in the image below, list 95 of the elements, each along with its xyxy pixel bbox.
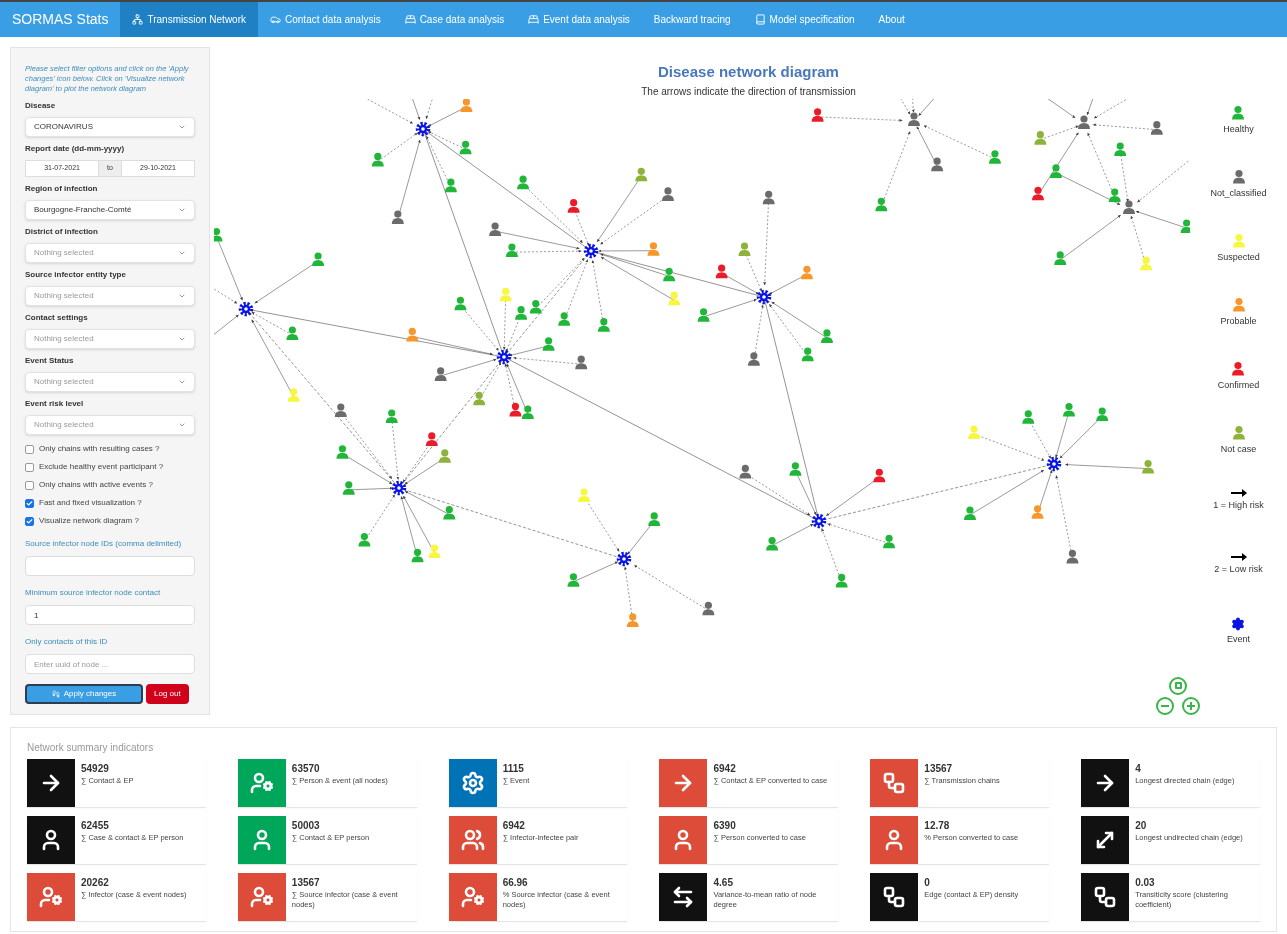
nav-tab[interactable]: Backward tracing — [641, 2, 743, 37]
gear-icon — [460, 770, 485, 795]
filter-label: Contact settings — [25, 312, 89, 324]
indicator-value: 13567 — [924, 761, 954, 776]
checkbox-label: Only chains with resulting cases ? — [39, 443, 160, 455]
filter-label: District of infection — [25, 226, 99, 238]
dropdown-caret-icon — [178, 378, 186, 386]
network-icon — [132, 14, 144, 25]
indicator-value: 6942 — [502, 818, 526, 833]
text-field[interactable]: 1 — [25, 605, 195, 625]
dropdown-caret-icon — [178, 123, 186, 131]
input-label: Only contacts of this ID — [25, 636, 109, 648]
legend-label: Not_classified — [1210, 186, 1267, 200]
text-field[interactable] — [25, 556, 195, 576]
select-field[interactable]: CORONAVIRUS — [25, 117, 195, 137]
legend-label: Healthy — [1223, 122, 1254, 136]
dropdown-caret-icon — [178, 335, 186, 343]
indicator-value: 20 — [1135, 818, 1148, 833]
bed-icon — [528, 14, 540, 25]
indicator-value: 4.65 — [713, 875, 734, 890]
indicator-value: 4 — [1135, 761, 1142, 776]
user-gear-icon — [460, 884, 485, 909]
nav-tab[interactable]: Model specification — [742, 2, 867, 37]
filter-label: Event risk level — [25, 398, 85, 410]
select-field[interactable]: Nothing selected — [25, 243, 195, 263]
select-field[interactable]: Nothing selected — [25, 372, 195, 392]
indicator-value: 50003 — [291, 818, 321, 833]
nav-tab[interactable]: Transmission Network — [120, 2, 258, 37]
dropdown-caret-icon — [178, 206, 186, 214]
nav-tab[interactable]: Contact data analysis — [258, 2, 393, 37]
checkbox[interactable] — [25, 516, 34, 526]
nav-tab[interactable]: Case data analysis — [392, 2, 517, 37]
people-icon — [460, 827, 485, 852]
flowchart-icon — [882, 770, 907, 795]
checkbox-label: Visualize network diagram ? — [39, 515, 139, 527]
filter-label: Source infector entity type — [25, 269, 127, 281]
text-field[interactable]: Enter uuid of node ... — [25, 654, 195, 674]
user-gear-icon — [249, 884, 274, 909]
dropdown-caret-icon — [178, 249, 186, 257]
brand-title: SORMAS Stats — [11, 10, 110, 29]
indicator-value: 63570 — [291, 761, 321, 776]
dropdown-caret-icon — [178, 292, 186, 300]
legend-label: 2 = Low risk — [1214, 562, 1263, 576]
select-field[interactable]: Nothing selected — [25, 286, 195, 306]
diagram-title: Disease network diagram — [658, 62, 839, 82]
legend-label: Not case — [1220, 442, 1257, 456]
diagram-subtitle: The arrows indicate the direction of transmission — [641, 84, 856, 99]
indicator-value: 13567 — [291, 875, 321, 890]
checkbox-label: Only chains with active events ? — [39, 479, 153, 491]
bed-icon — [404, 14, 416, 25]
nav-tab[interactable]: About — [866, 2, 917, 37]
indicator-value: 20262 — [81, 875, 110, 890]
legend-label: Event — [1227, 632, 1250, 646]
indicator-value: 66.96 — [502, 875, 529, 890]
fit-view-button[interactable] — [1169, 676, 1187, 695]
checkbox-label: Exclude healthy event participant ? — [39, 461, 164, 473]
input-label: Minimum source infector node contact — [25, 587, 162, 599]
book-icon — [754, 14, 766, 25]
legend-label: Confirmed — [1217, 378, 1260, 392]
checkbox[interactable] — [25, 480, 34, 490]
indicator-value: 1115 — [502, 761, 525, 776]
zoom-out-button[interactable] — [1156, 696, 1174, 715]
input-label: Source infector node IDs (comma delimited) — [25, 538, 183, 550]
legend-label: Probable — [1220, 314, 1257, 328]
user-gear-icon — [39, 884, 63, 909]
zoom-in-button[interactable] — [1182, 696, 1200, 715]
user-gear-icon — [249, 770, 274, 795]
select-field[interactable]: Nothing selected — [25, 415, 195, 435]
checkbox[interactable] — [25, 444, 34, 454]
car-icon — [270, 14, 281, 25]
select-field[interactable]: Nothing selected — [25, 329, 195, 349]
filter-label: Report date (dd-mm-yyyy) — [25, 143, 126, 155]
checkbox[interactable] — [25, 498, 34, 508]
flowchart-icon — [882, 884, 907, 909]
indicator-value: 6390 — [713, 818, 737, 833]
select-field[interactable]: Bourgogne-Franche-Comté — [25, 200, 195, 220]
filter-label: Event Status — [25, 355, 75, 367]
legend-label: 1 = High risk — [1213, 498, 1264, 512]
apply-changes-button[interactable]: Apply changes — [25, 684, 143, 704]
indicator-value: 0.03 — [1135, 875, 1156, 890]
checkbox[interactable] — [25, 462, 34, 472]
nav-tab[interactable]: Event data analysis — [516, 2, 642, 37]
panel-title: Network summary indicators — [27, 740, 155, 755]
flowchart-icon — [1093, 884, 1118, 909]
indicator-value: 0 — [924, 875, 931, 890]
dropdown-caret-icon — [178, 421, 186, 429]
legend-label: Suspected — [1217, 250, 1260, 264]
logout-button[interactable]: Log out — [146, 684, 189, 704]
indicator-value: 12.78 — [924, 818, 951, 833]
checkbox-label: Fast and fixed visualization ? — [39, 497, 142, 509]
indicator-value: 54929 — [81, 761, 110, 776]
indicator-value: 62455 — [81, 818, 110, 833]
filter-label: Region of infection — [25, 183, 99, 195]
filter-label: Disease — [25, 100, 57, 112]
indicator-value: 6942 — [713, 761, 737, 776]
